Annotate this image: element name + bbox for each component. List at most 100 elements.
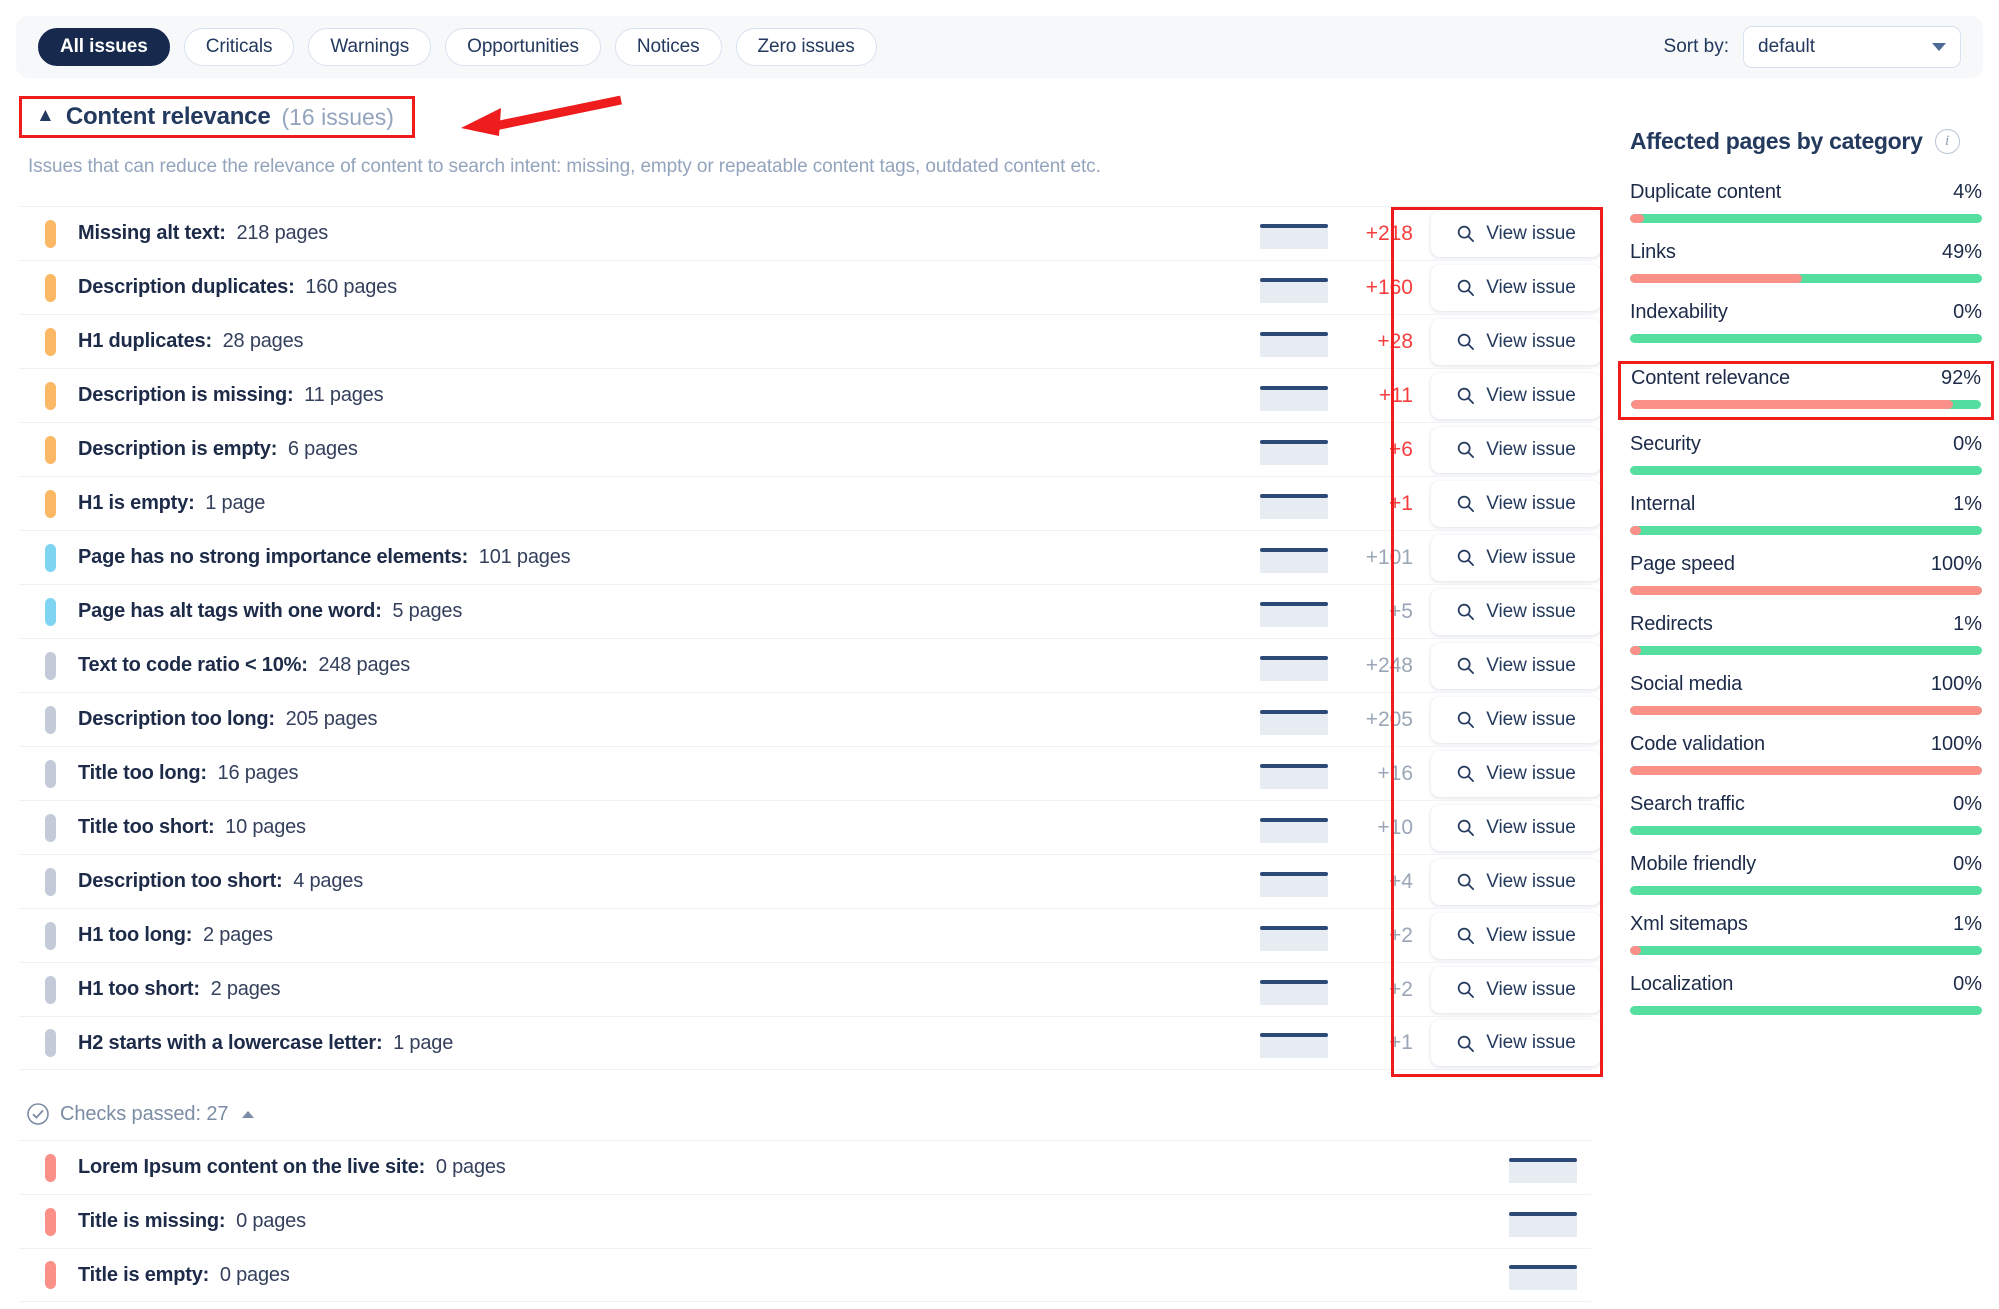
issue-page-count: 16 pages — [217, 762, 299, 784]
filter-tab-notices[interactable]: Notices — [614, 28, 722, 66]
view-issue-button[interactable]: View issue — [1431, 318, 1601, 365]
view-issue-button[interactable]: View issue — [1431, 642, 1601, 689]
severity-indicator-critical — [45, 1261, 56, 1289]
issue-trend-sparkline — [1260, 435, 1328, 465]
filter-tab-opportunities[interactable]: Opportunities — [445, 28, 601, 66]
issue-label: Description is empty: 6 pages — [78, 438, 358, 461]
category-progress-track — [1630, 526, 1982, 535]
view-issue-button[interactable]: View issue — [1431, 588, 1601, 635]
category-progress-fill — [1630, 586, 1982, 595]
search-icon — [1458, 603, 1475, 620]
issue-row[interactable]: Description duplicates: 160 pages +160 Vie… — [19, 260, 1601, 314]
filter-tab-criticals[interactable]: Criticals — [183, 28, 295, 66]
passed-check-label: Lorem Ipsum content on the live site: 0 … — [78, 1156, 506, 1179]
check-circle-icon — [27, 1103, 49, 1125]
view-issue-button[interactable]: View issue — [1431, 426, 1601, 473]
category-item[interactable]: Mobile friendly 0% — [1630, 853, 1982, 895]
category-percent: 0% — [1953, 973, 1982, 995]
issue-row[interactable]: H2 starts with a lowercase letter: 1 pag… — [19, 1016, 1601, 1070]
issue-label: H2 starts with a lowercase letter: 1 pag… — [78, 1032, 453, 1055]
search-icon — [1458, 657, 1475, 674]
issue-row[interactable]: H1 too long: 2 pages +2 View issue — [19, 908, 1601, 962]
passed-check-page-count: 0 pages — [219, 1263, 290, 1286]
issue-row[interactable]: Missing alt text: 218 pages +218 View issu… — [19, 206, 1601, 260]
search-icon — [1458, 333, 1475, 350]
view-issue-button[interactable]: View issue — [1431, 750, 1601, 797]
category-item[interactable]: Indexability 0% — [1630, 301, 1982, 343]
view-issue-button[interactable]: View issue — [1431, 696, 1601, 743]
category-name: Social media — [1630, 673, 1743, 695]
category-item[interactable]: Duplicate content 4% — [1630, 181, 1982, 223]
view-issue-button[interactable]: View issue — [1431, 372, 1601, 419]
category-item[interactable]: Internal 1% — [1630, 493, 1982, 535]
issue-row[interactable]: Title too long: 16 pages +16 View issue — [19, 746, 1601, 800]
issue-label: Description is missing: 11 pages — [78, 384, 384, 407]
issue-row[interactable]: Description too long: 205 pages +205 View … — [19, 692, 1601, 746]
passed-check-row[interactable]: Lorem Ipsum content on the live site: 0 … — [19, 1140, 1591, 1194]
category-item[interactable]: Page speed 100% — [1630, 553, 1982, 595]
checks-passed-label: Checks passed: 27 — [60, 1102, 229, 1125]
filter-tab-warnings[interactable]: Warnings — [308, 28, 432, 66]
sparkline-line — [1260, 277, 1328, 282]
view-issue-button[interactable]: View issue — [1431, 210, 1601, 257]
category-item[interactable]: Redirects 1% — [1630, 613, 1982, 655]
category-item[interactable]: Code validation 100% — [1630, 733, 1982, 775]
sparkline-area — [1260, 332, 1328, 357]
view-issue-label: View issue — [1486, 816, 1576, 838]
filter-tab-all-issues[interactable]: All issues — [38, 28, 170, 66]
view-issue-button[interactable]: View issue — [1431, 912, 1601, 959]
category-item[interactable]: Links 49% — [1630, 241, 1982, 283]
view-issue-label: View issue — [1486, 546, 1576, 568]
affected-pages-header: Affected pages by category i — [1630, 128, 1982, 155]
issue-row[interactable]: Description is empty: 6 pages +6 View issu… — [19, 422, 1601, 476]
issue-page-count: 101 pages — [478, 546, 571, 568]
view-issue-button[interactable]: View issue — [1431, 804, 1601, 851]
issue-delta: +2 — [1389, 977, 1413, 1001]
filter-tab-zero-issues[interactable]: Zero issues — [735, 28, 877, 66]
category-item[interactable]: Social media 100% — [1630, 673, 1982, 715]
category-header: Indexability 0% — [1630, 301, 1982, 324]
category-header: Duplicate content 4% — [1630, 181, 1982, 204]
view-issue-label: View issue — [1486, 384, 1576, 406]
severity-indicator-notice — [45, 867, 56, 896]
sparkline-area — [1260, 872, 1328, 897]
view-issue-button[interactable]: View issue — [1431, 534, 1601, 581]
category-item[interactable]: Security 0% — [1630, 433, 1982, 475]
view-issue-button[interactable]: View issue — [1431, 480, 1601, 527]
issue-row[interactable]: H1 is empty: 1 page +1 View issue — [19, 476, 1601, 530]
issue-row[interactable]: Description is missing: 11 pages +11 View … — [19, 368, 1601, 422]
issue-label: Title too short: 10 pages — [78, 816, 306, 839]
category-item[interactable]: Localization 0% — [1630, 973, 1982, 1015]
issue-row[interactable]: H1 duplicates: 28 pages +28 View issue — [19, 314, 1601, 368]
sparkline-line — [1260, 547, 1328, 552]
issue-page-count: 11 pages — [304, 384, 384, 406]
issue-row[interactable]: Text to code ratio < 10%: 248 pages +248 V… — [19, 638, 1601, 692]
category-header: Security 0% — [1630, 433, 1982, 456]
info-icon[interactable]: i — [1934, 129, 1960, 154]
view-issue-button[interactable]: View issue — [1431, 264, 1601, 311]
view-issue-button[interactable]: View issue — [1431, 966, 1601, 1013]
issue-delta: +218 — [1365, 221, 1413, 245]
passed-check-row[interactable]: Title is empty: 0 pages — [19, 1248, 1591, 1302]
issue-row[interactable]: Page has alt tags with one word: 5 pages… — [19, 584, 1601, 638]
issue-row[interactable]: Page has no strong importance elements: … — [19, 530, 1601, 584]
view-issue-button[interactable]: View issue — [1431, 1020, 1601, 1066]
issue-name: Description is empty: — [78, 438, 278, 460]
passed-check-row[interactable]: Title is missing: 0 pages — [19, 1194, 1591, 1248]
issue-delta: +28 — [1377, 329, 1413, 353]
sparkline-area — [1260, 548, 1328, 573]
category-item[interactable]: Search traffic 0% — [1630, 793, 1982, 835]
sort-by-select[interactable]: default — [1743, 26, 1961, 68]
issue-page-count: 248 pages — [318, 654, 411, 676]
issue-row[interactable]: Title too short: 10 pages +10 View issue — [19, 800, 1601, 854]
severity-indicator-notice — [45, 813, 56, 842]
category-name: Search traffic — [1630, 793, 1745, 815]
severity-indicator-warning — [45, 381, 56, 410]
checks-passed-toggle[interactable]: Checks passed: 27 — [26, 1102, 255, 1126]
view-issue-button[interactable]: View issue — [1431, 858, 1601, 905]
issue-row[interactable]: Description too short: 4 pages +4 View iss… — [19, 854, 1601, 908]
category-item[interactable]: Content relevance 92% — [1618, 361, 1994, 420]
content-relevance-section-header[interactable]: ▲ Content relevance (16 issues) — [19, 96, 415, 138]
category-item[interactable]: Xml sitemaps 1% — [1630, 913, 1982, 955]
issue-row[interactable]: H1 too short: 2 pages +2 View issue — [19, 962, 1601, 1016]
